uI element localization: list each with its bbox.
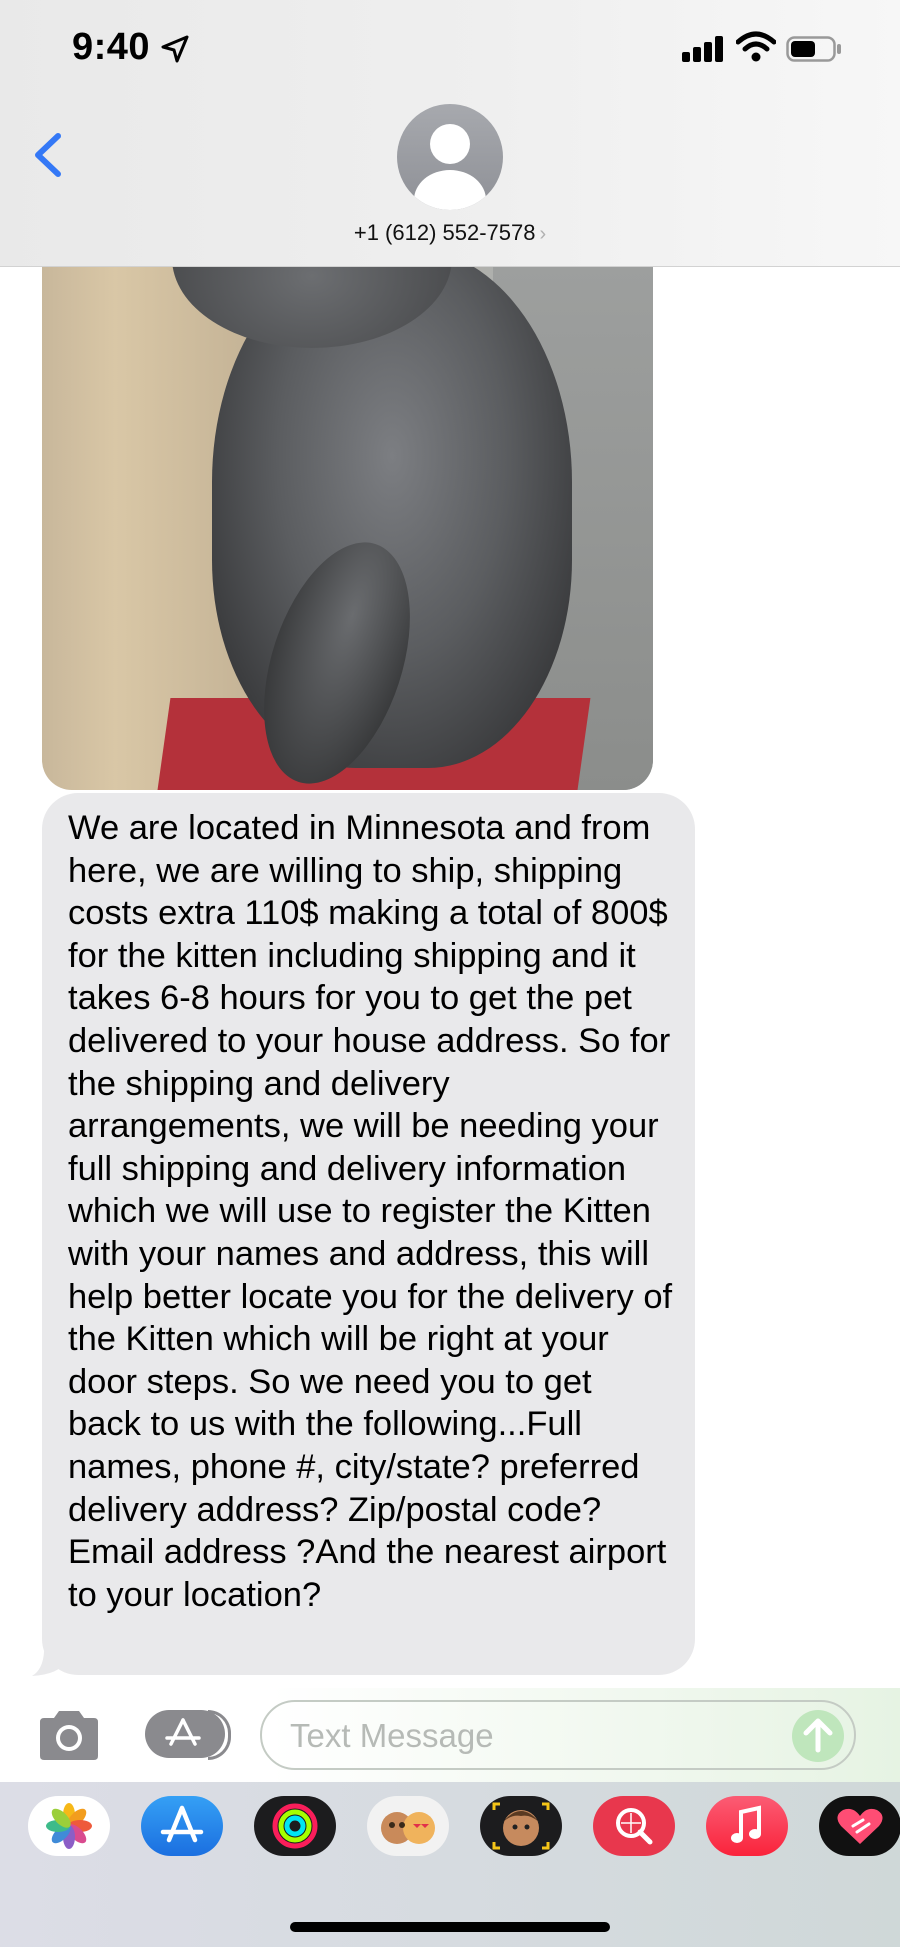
message-text: We are located in Minnesota and from her… xyxy=(68,809,673,1614)
received-message-bubble[interactable]: We are located in Minnesota and from her… xyxy=(42,793,695,1675)
message-input-field[interactable] xyxy=(260,1700,856,1770)
message-input[interactable] xyxy=(288,1712,772,1760)
cellular-signal-icon xyxy=(682,36,726,62)
music-icon[interactable] xyxy=(706,1796,788,1856)
app-store-icon[interactable] xyxy=(141,1796,223,1856)
received-image-bubble[interactable] xyxy=(42,208,653,790)
bubble-tail xyxy=(32,1640,64,1676)
stickers-icon[interactable] xyxy=(367,1796,449,1856)
avatar-head-shape xyxy=(430,124,470,164)
location-arrow-icon xyxy=(161,35,189,63)
app-store-glyph-icon xyxy=(165,1718,201,1746)
imessage-app-drawer xyxy=(0,1782,900,1947)
avatar-body-shape xyxy=(414,170,486,210)
home-indicator[interactable] xyxy=(290,1922,610,1932)
activity-icon[interactable] xyxy=(254,1796,336,1856)
contact-chevron-icon: › xyxy=(539,223,547,245)
compose-bar xyxy=(0,1688,900,1782)
wifi-icon xyxy=(736,31,776,62)
camera-icon[interactable] xyxy=(36,1708,102,1762)
memoji-icon[interactable] xyxy=(480,1796,562,1856)
contact-number: +1 (612) 552-7578 xyxy=(353,220,536,245)
send-button[interactable] xyxy=(792,1710,844,1762)
contact-avatar[interactable] xyxy=(397,104,503,210)
battery-icon xyxy=(786,36,841,62)
status-time: 9:40 xyxy=(72,26,151,68)
digital-touch-icon[interactable] xyxy=(819,1796,900,1856)
send-arrow-icon xyxy=(803,1718,833,1753)
contact-name-row[interactable]: +1 (612) 552-7578 › xyxy=(0,220,900,246)
conversation-header: 9:40 +1 (612) 552-7578 › xyxy=(0,0,900,267)
image-search-icon[interactable] xyxy=(593,1796,675,1856)
app-store-button[interactable] xyxy=(145,1710,231,1760)
photos-icon[interactable] xyxy=(28,1796,110,1856)
back-chevron-icon[interactable] xyxy=(30,130,66,180)
apps-button-ring xyxy=(208,1710,231,1760)
